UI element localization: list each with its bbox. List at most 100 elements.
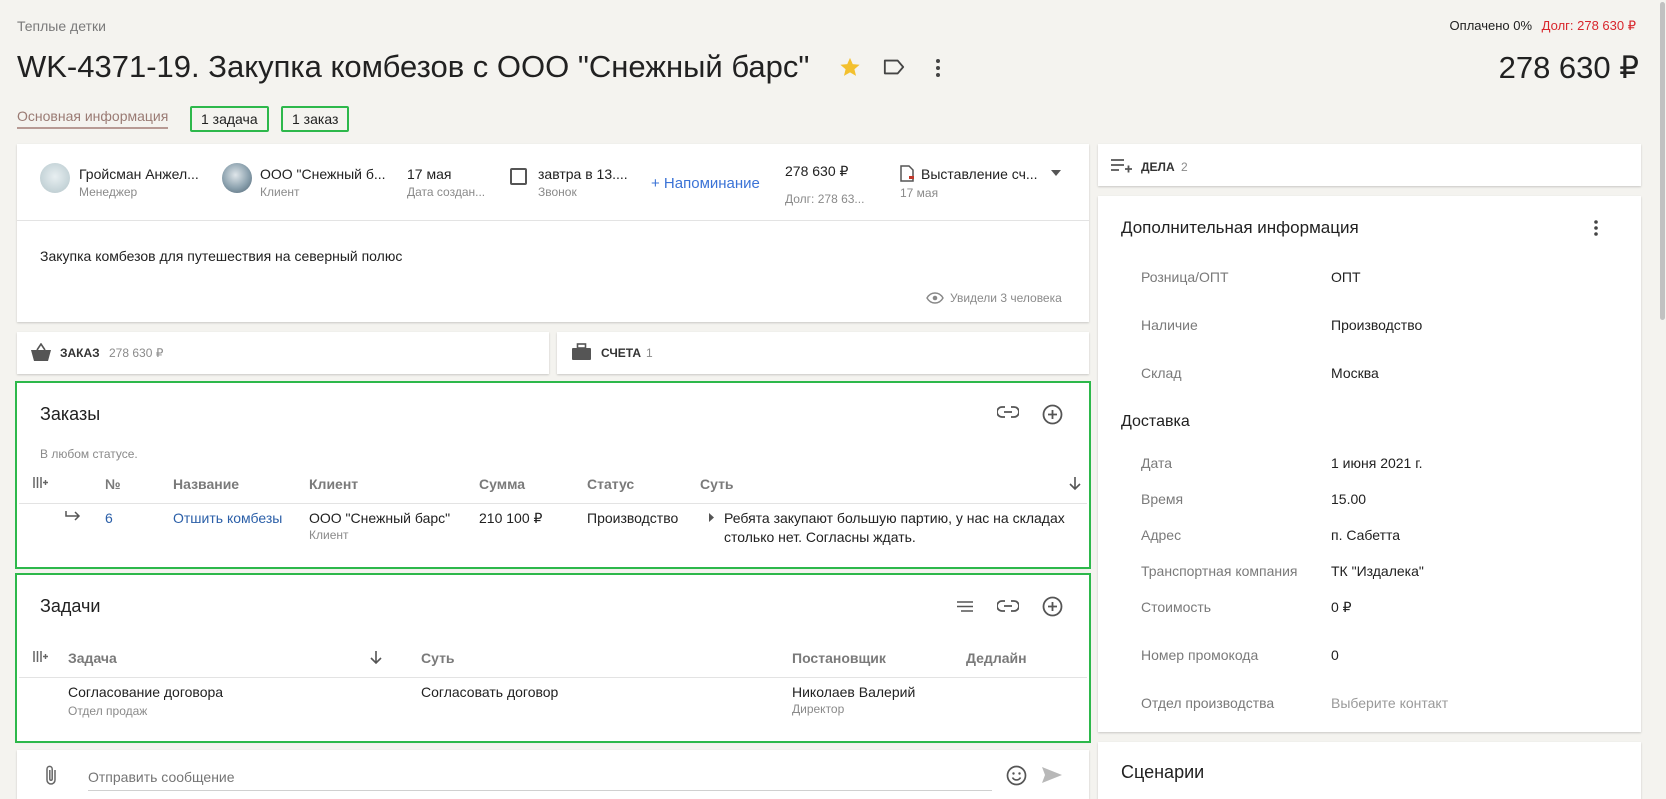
- company-name[interactable]: Теплые детки: [17, 18, 106, 34]
- order-client[interactable]: ООО "Снежный барс": [309, 510, 450, 526]
- delivery-title: Доставка: [1121, 413, 1190, 430]
- orders-col-name[interactable]: Название: [173, 476, 239, 492]
- delivery-label: Время: [1141, 491, 1184, 507]
- more-vert-icon[interactable]: [1592, 219, 1600, 237]
- star-icon[interactable]: [839, 56, 861, 78]
- delivery-label: Дата: [1141, 455, 1173, 471]
- delivery-value[interactable]: 1 июня 2021 г.: [1331, 455, 1423, 471]
- add-circle-icon[interactable]: [1042, 596, 1063, 617]
- briefcase-icon: [571, 343, 592, 361]
- order-status: Производство: [587, 510, 679, 526]
- orders-chip[interactable]: 1 заказ: [281, 106, 350, 132]
- delivery-value[interactable]: 0 ₽: [1331, 599, 1352, 616]
- client-name[interactable]: ООО "Снежный б...: [260, 166, 386, 182]
- field-value[interactable]: Москва: [1331, 365, 1379, 381]
- link-icon[interactable]: [997, 406, 1019, 418]
- chevron-down-icon[interactable]: [1051, 170, 1061, 176]
- production-dept-select[interactable]: Выберите контакт: [1331, 695, 1448, 711]
- created-date: 17 мая: [407, 166, 452, 182]
- promo-value[interactable]: 0: [1331, 647, 1339, 663]
- client-avatar[interactable]: [222, 163, 252, 193]
- deals-count: 2: [1181, 160, 1188, 174]
- delivery-value[interactable]: ТК "Издалека": [1331, 563, 1424, 579]
- link-icon[interactable]: [997, 600, 1019, 612]
- tasks-card: [15, 573, 1091, 743]
- invoices-bar-count: 1: [646, 346, 653, 360]
- playlist-add-icon: [1110, 158, 1132, 174]
- tasks-chip[interactable]: 1 задача: [190, 106, 269, 132]
- orders-col-essence[interactable]: Суть: [700, 476, 734, 492]
- orders-col-num[interactable]: №: [105, 476, 121, 492]
- deal-amount-debt: Долг: 278 63...: [785, 192, 865, 206]
- send-icon[interactable]: [1041, 766, 1063, 784]
- subdirectory-arrow-icon: [65, 510, 81, 522]
- add-circle-icon[interactable]: [1042, 404, 1063, 425]
- delivery-label: Транспортная компания: [1141, 563, 1298, 579]
- manager-name[interactable]: Гройсман Анжел...: [79, 166, 199, 182]
- deal-amount: 278 630 ₽: [785, 163, 849, 179]
- manager-avatar[interactable]: [40, 163, 70, 193]
- order-bar-label: ЗАКАЗ: [60, 346, 100, 360]
- eye-icon: [926, 292, 944, 304]
- deal-stage[interactable]: Выставление сч...: [921, 166, 1038, 182]
- deal-total: 278 630 ₽: [1498, 50, 1639, 85]
- tag-icon[interactable]: [883, 57, 905, 77]
- deals-bar[interactable]: [1098, 144, 1641, 186]
- call-checkbox[interactable]: [510, 168, 527, 185]
- created-label: Дата создан...: [407, 185, 486, 199]
- columns-add-icon[interactable]: [33, 476, 48, 489]
- field-label: Розница/ОПТ: [1141, 269, 1229, 285]
- order-name[interactable]: Отшить комбезы: [173, 510, 282, 526]
- delivery-value[interactable]: 15.00: [1331, 491, 1366, 507]
- message-input[interactable]: [88, 763, 992, 791]
- more-vert-icon[interactable]: [930, 57, 946, 79]
- deal-description: Закупка комбезов для путешествия на севе…: [40, 248, 403, 264]
- tasks-title: Задачи: [40, 596, 101, 616]
- orders-header-divider: [19, 503, 1087, 504]
- add-reminder-button[interactable]: + Напоминание: [651, 175, 760, 192]
- orders-col-status[interactable]: Статус: [587, 476, 634, 492]
- field-value[interactable]: Производство: [1331, 317, 1422, 333]
- orders-col-sum[interactable]: Сумма: [479, 476, 525, 492]
- scrollbar-thumb[interactable]: [1660, 2, 1665, 320]
- orders-col-client[interactable]: Клиент: [309, 476, 358, 492]
- tasks-col-author[interactable]: Постановщик: [792, 650, 886, 666]
- orders-filter[interactable]: В любом статусе.: [40, 447, 138, 461]
- order-number[interactable]: 6: [105, 510, 113, 526]
- columns-add-icon[interactable]: [33, 650, 48, 663]
- seen-by[interactable]: Увидели 3 человека: [950, 291, 1062, 305]
- page-title: WK-4371-19. Закупка комбезов с ООО "Снеж…: [17, 49, 810, 84]
- expand-triangle-icon[interactable]: [709, 513, 714, 522]
- payment-status: Оплачено 0% Долг: 278 630 ₽: [1450, 18, 1636, 34]
- tasks-col-essence[interactable]: Суть: [421, 650, 455, 666]
- order-sum: 210 100 ₽: [479, 510, 543, 526]
- sort-arrow-down-icon[interactable]: [1069, 476, 1081, 491]
- order-client-role: Клиент: [309, 528, 349, 542]
- order-bar-amount: 278 630 ₽: [109, 346, 164, 360]
- emoji-icon[interactable]: [1006, 765, 1027, 786]
- delivery-value[interactable]: п. Сабетта: [1331, 527, 1400, 543]
- promo-label: Номер промокода: [1141, 647, 1259, 663]
- client-role: Клиент: [260, 185, 300, 199]
- basket-icon: [30, 343, 52, 362]
- tab-main-info[interactable]: Основная информация: [17, 108, 169, 129]
- extra-info-title: Дополнительная информация: [1121, 218, 1359, 237]
- sort-lines-icon[interactable]: [956, 600, 974, 613]
- paid-percent: Оплачено 0%: [1449, 18, 1533, 33]
- task-author[interactable]: Николаев Валерий: [792, 684, 915, 700]
- order-essence-line2: столько нет. Согласны ждать.: [724, 529, 916, 545]
- document-icon: [900, 165, 914, 182]
- task-name[interactable]: Согласование договора: [68, 684, 223, 700]
- tasks-col-task[interactable]: Задача: [68, 650, 117, 666]
- debt-amount: Долг: 278 630 ₽: [1541, 18, 1636, 33]
- manager-role: Менеджер: [79, 185, 138, 199]
- deal-stage-date: 17 мая: [900, 186, 939, 200]
- deals-label: ДЕЛА: [1141, 160, 1175, 174]
- field-value[interactable]: ОПТ: [1331, 269, 1361, 285]
- attach-icon[interactable]: [44, 764, 58, 786]
- sort-arrow-down-icon[interactable]: [370, 650, 382, 665]
- delivery-label: Адрес: [1141, 527, 1182, 543]
- task-essence: Согласовать договор: [421, 684, 559, 700]
- call-time[interactable]: завтра в 13....: [538, 166, 628, 182]
- tasks-col-deadline[interactable]: Дедлайн: [966, 650, 1027, 666]
